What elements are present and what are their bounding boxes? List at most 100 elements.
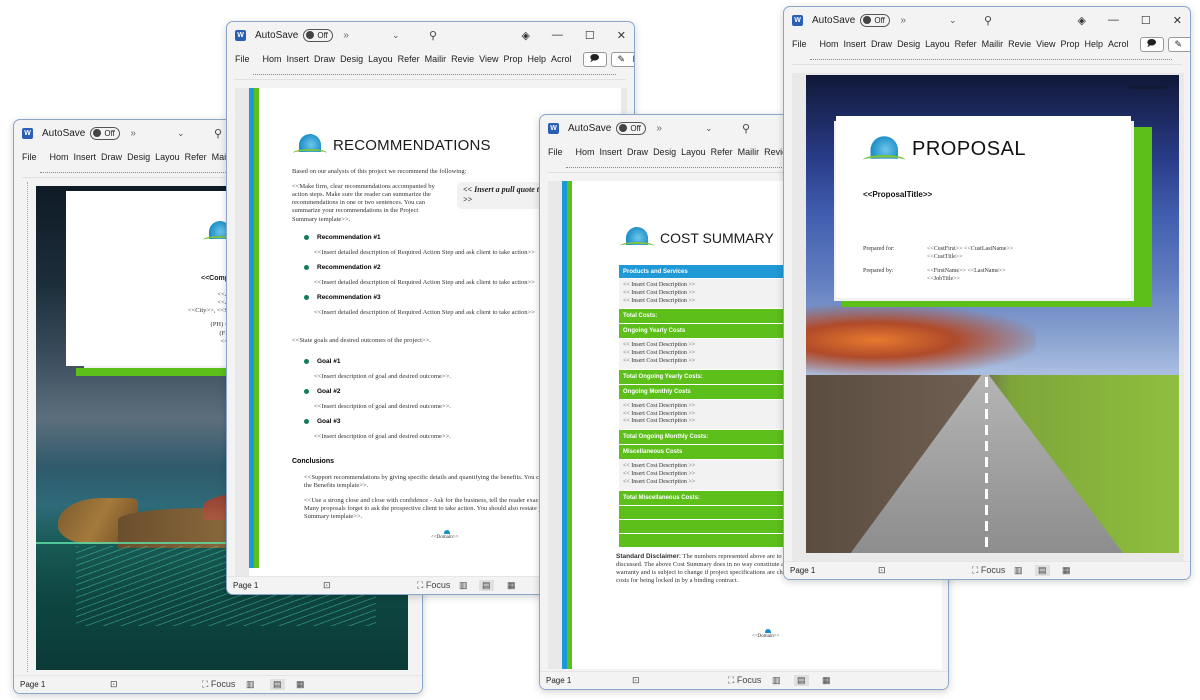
focus-button[interactable]: ⛶ Focus: [972, 565, 1005, 576]
focus-button[interactable]: ⛶ Focus: [417, 580, 450, 591]
web-layout-icon[interactable]: ▦: [507, 580, 516, 591]
more-commands-icon[interactable]: »: [343, 30, 349, 41]
close-button[interactable]: ✕: [617, 29, 626, 42]
vertical-ruler[interactable]: [20, 182, 28, 672]
tab-review[interactable]: Revie: [451, 54, 474, 64]
close-button[interactable]: ✕: [1173, 14, 1182, 27]
tab-properties[interactable]: Prop: [1061, 39, 1080, 49]
read-mode-icon[interactable]: ▥: [459, 580, 468, 591]
tab-insert[interactable]: Insert: [844, 39, 867, 49]
cost-item[interactable]: << Insert Cost Description >>: [623, 463, 795, 471]
premium-diamond-icon[interactable]: ◈: [521, 29, 529, 42]
read-mode-icon[interactable]: ▥: [246, 679, 255, 690]
document-area[interactable]: <<CurrentDate>> PROPOSAL <<ProposalTitle…: [792, 73, 1184, 561]
tab-layout[interactable]: Layou: [681, 147, 706, 157]
tab-insert[interactable]: Insert: [600, 147, 623, 157]
tab-references[interactable]: Refer: [398, 54, 420, 64]
more-commands-icon[interactable]: »: [656, 123, 662, 134]
comments-button[interactable]: 🗩: [1139, 36, 1164, 52]
tab-file[interactable]: File: [792, 39, 807, 49]
tab-draw[interactable]: Draw: [101, 152, 122, 162]
tab-mailings[interactable]: Mailir: [738, 147, 760, 157]
tab-file[interactable]: File: [548, 147, 563, 157]
focus-button[interactable]: ⛶ Focus: [202, 679, 235, 690]
search-icon[interactable]: ⚲: [742, 122, 750, 135]
tab-design[interactable]: Desig: [897, 39, 920, 49]
tab-references[interactable]: Refer: [185, 152, 207, 162]
cost-item[interactable]: << Insert Cost Description >>: [623, 298, 795, 306]
cost-item[interactable]: << Insert Cost Description >>: [623, 479, 795, 487]
quick-access-dropdown-icon[interactable]: ⌄: [392, 30, 400, 41]
print-layout-icon[interactable]: ▤: [270, 679, 285, 690]
tab-help[interactable]: Help: [1085, 39, 1104, 49]
tab-layout[interactable]: Layou: [368, 54, 393, 64]
tab-home[interactable]: Hom: [576, 147, 595, 157]
accessibility-icon[interactable]: ⊡: [110, 679, 118, 690]
tab-layout[interactable]: Layou: [925, 39, 950, 49]
search-icon[interactable]: ⚲: [429, 29, 437, 42]
maximize-button[interactable]: ☐: [585, 29, 595, 42]
minimize-button[interactable]: —: [552, 29, 563, 41]
tab-draw[interactable]: Draw: [627, 147, 648, 157]
tab-mailings[interactable]: Mailir: [982, 39, 1004, 49]
tab-help[interactable]: Help: [528, 54, 547, 64]
tab-properties[interactable]: Prop: [504, 54, 523, 64]
comments-button[interactable]: 🗩: [582, 51, 607, 67]
read-mode-icon[interactable]: ▥: [772, 675, 781, 686]
tab-file[interactable]: File: [22, 152, 37, 162]
tab-acrobat[interactable]: Acrol: [1108, 39, 1129, 49]
more-commands-icon[interactable]: »: [130, 128, 136, 139]
tab-references[interactable]: Refer: [711, 147, 733, 157]
autosave-toggle[interactable]: Off: [860, 13, 891, 27]
tab-home[interactable]: Hom: [263, 54, 282, 64]
tab-insert[interactable]: Insert: [287, 54, 310, 64]
cost-item[interactable]: << Insert Cost Description >>: [623, 418, 795, 426]
editing-mode-button[interactable]: ✎ Editing: [1167, 36, 1190, 52]
tab-references[interactable]: Refer: [955, 39, 977, 49]
search-icon[interactable]: ⚲: [214, 127, 222, 140]
quick-access-dropdown-icon[interactable]: ⌄: [177, 128, 185, 139]
page-indicator[interactable]: Page 1: [233, 581, 258, 590]
tab-home[interactable]: Hom: [50, 152, 69, 162]
print-layout-icon[interactable]: ▤: [794, 675, 809, 686]
page-indicator[interactable]: Page 1: [546, 676, 571, 685]
tab-draw[interactable]: Draw: [871, 39, 892, 49]
page-indicator[interactable]: Page 1: [790, 566, 815, 575]
quick-access-dropdown-icon[interactable]: ⌄: [949, 15, 957, 26]
cost-item[interactable]: << Insert Cost Description >>: [623, 411, 795, 419]
search-icon[interactable]: ⚲: [984, 14, 992, 27]
cost-item[interactable]: << Insert Cost Description >>: [623, 342, 795, 350]
more-commands-icon[interactable]: »: [900, 15, 906, 26]
tab-design[interactable]: Desig: [127, 152, 150, 162]
page-indicator[interactable]: Page 1: [20, 680, 45, 689]
tab-view[interactable]: View: [479, 54, 498, 64]
tab-design[interactable]: Desig: [340, 54, 363, 64]
accessibility-icon[interactable]: ⊡: [323, 580, 331, 591]
autosave-toggle[interactable]: Off: [303, 28, 334, 42]
maximize-button[interactable]: ☐: [1141, 14, 1151, 27]
premium-diamond-icon[interactable]: ◈: [1077, 14, 1085, 27]
editing-mode-button[interactable]: ✎ Editing: [610, 51, 634, 67]
read-mode-icon[interactable]: ▥: [1014, 565, 1023, 576]
web-layout-icon[interactable]: ▦: [1062, 565, 1071, 576]
tab-insert[interactable]: Insert: [74, 152, 97, 162]
cost-item[interactable]: << Insert Cost Description >>: [623, 290, 795, 298]
cost-item[interactable]: << Insert Cost Description >>: [623, 282, 795, 290]
tab-file[interactable]: File: [235, 54, 250, 64]
web-layout-icon[interactable]: ▦: [296, 679, 305, 690]
cost-item[interactable]: << Insert Cost Description >>: [623, 350, 795, 358]
quick-access-dropdown-icon[interactable]: ⌄: [705, 123, 713, 134]
tab-design[interactable]: Desig: [653, 147, 676, 157]
tab-review[interactable]: Revie: [1008, 39, 1031, 49]
tab-mailings[interactable]: Mailir: [425, 54, 447, 64]
cost-item[interactable]: << Insert Cost Description >>: [623, 358, 795, 366]
accessibility-icon[interactable]: ⊡: [632, 675, 640, 686]
print-layout-icon[interactable]: ▤: [479, 580, 494, 591]
tab-draw[interactable]: Draw: [314, 54, 335, 64]
web-layout-icon[interactable]: ▦: [822, 675, 831, 686]
autosave-toggle[interactable]: Off: [90, 126, 121, 140]
cost-item[interactable]: << Insert Cost Description >>: [623, 403, 795, 411]
horizontal-ruler[interactable]: [235, 70, 626, 80]
print-layout-icon[interactable]: ▤: [1035, 565, 1050, 576]
tab-layout[interactable]: Layou: [155, 152, 180, 162]
